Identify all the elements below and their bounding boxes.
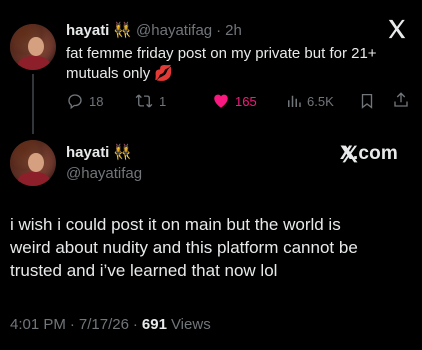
retweet-icon	[134, 92, 154, 110]
bookmark-button[interactable]	[358, 92, 376, 110]
separator: ·	[216, 21, 222, 39]
brand-text: X.com	[340, 143, 399, 164]
tweet-text: i wish i could post it on main but the w…	[10, 213, 415, 282]
tweet-author: hayati 👯‍♀️ @hayatifag	[66, 142, 142, 184]
x-logo-icon	[386, 18, 410, 42]
views-count: 6.5K	[307, 93, 334, 109]
retweet-button[interactable]: 1	[134, 92, 166, 110]
like-button[interactable]: 165	[212, 92, 257, 110]
views-count: 691	[141, 316, 167, 333]
lips-emoji: 💋	[154, 65, 174, 82]
separator: ·	[69, 316, 75, 333]
bookmark-icon	[358, 92, 376, 110]
name-emoji: 👯‍♀️	[113, 22, 133, 39]
avatar[interactable]	[10, 140, 56, 186]
reply-button[interactable]: 18	[66, 92, 103, 110]
display-name[interactable]: hayati	[66, 144, 109, 161]
views-button[interactable]: 6.5K	[286, 92, 334, 110]
tweet-date[interactable]: 7/17/26	[79, 316, 129, 333]
share-button[interactable]	[392, 91, 410, 109]
tweet-time[interactable]: 4:01 PM	[10, 316, 66, 333]
user-handle[interactable]: @hayatifag	[66, 164, 142, 184]
tweet-text-line: fat femme friday post on my private but …	[66, 45, 377, 62]
tweet-text: fat femme friday post on my private but …	[66, 44, 411, 84]
reply-count: 18	[89, 93, 104, 109]
separator: ·	[132, 316, 138, 333]
name-emoji: 👯‍♀️	[113, 144, 133, 161]
tweet-header: hayati 👯‍♀️ @hayatifag · 2h	[66, 19, 242, 41]
tweet-text-line: weird about nudity and this platform can…	[10, 238, 358, 257]
views-icon	[286, 92, 302, 110]
user-handle[interactable]: @hayatifag	[136, 22, 212, 39]
share-icon	[392, 91, 410, 109]
display-name[interactable]: hayati	[66, 22, 109, 39]
tweet-text-line: i wish i could post it on main but the w…	[10, 215, 341, 234]
tweet-text-line: trusted and i’ve learned that now lol	[10, 261, 278, 280]
tweet-time[interactable]: 2h	[225, 22, 242, 39]
thread-line	[32, 74, 34, 134]
reply-icon	[66, 92, 84, 110]
tweet-meta: 4:01 PM · 7/17/26 · 691 Views	[10, 316, 211, 333]
brand-mark: X.com	[340, 143, 398, 165]
like-count: 165	[235, 93, 257, 109]
avatar[interactable]	[10, 24, 56, 70]
views-label: Views	[170, 316, 211, 333]
retweet-count: 1	[159, 93, 167, 109]
heart-icon	[212, 92, 230, 110]
tweet-text-line: mutuals only 💋	[66, 65, 174, 82]
